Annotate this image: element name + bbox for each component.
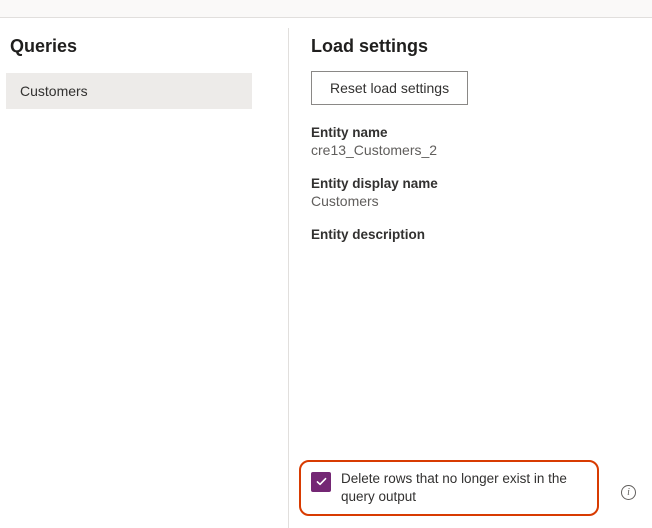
info-icon[interactable]: i	[621, 485, 636, 500]
load-settings-heading: Load settings	[311, 36, 642, 57]
entity-name-value: cre13_Customers_2	[311, 142, 642, 158]
load-settings-panel: Load settings Reset load settings Entity…	[289, 18, 652, 528]
entity-name-label: Entity name	[311, 125, 642, 140]
checkmark-icon	[315, 475, 328, 488]
delete-rows-option-highlight: Delete rows that no longer exist in the …	[299, 460, 599, 516]
reset-load-settings-button[interactable]: Reset load settings	[311, 71, 468, 105]
entity-display-name-value: Customers	[311, 193, 642, 209]
top-toolbar-strip	[0, 0, 652, 18]
delete-rows-checkbox[interactable]	[311, 472, 331, 492]
query-item-label: Customers	[20, 83, 88, 99]
queries-heading: Queries	[10, 36, 288, 57]
query-item-customers[interactable]: Customers	[6, 73, 252, 109]
entity-description-label: Entity description	[311, 227, 642, 242]
queries-panel: Queries Customers	[0, 18, 288, 528]
entity-display-name-label: Entity display name	[311, 176, 642, 191]
delete-rows-label: Delete rows that no longer exist in the …	[341, 470, 587, 506]
